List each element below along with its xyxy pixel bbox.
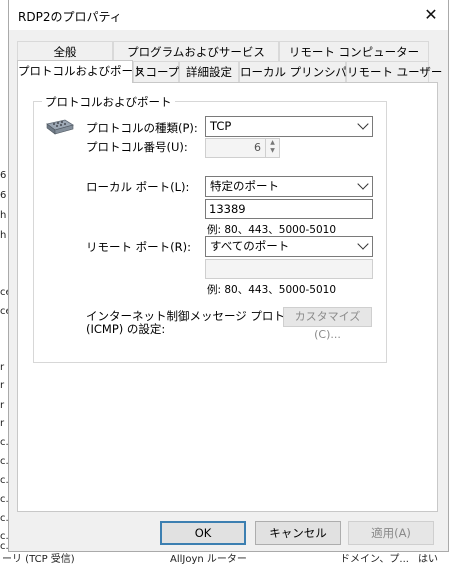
protocol-number-value: 6 xyxy=(254,141,261,154)
tab-remote-users[interactable]: リモート ユーザー xyxy=(346,61,442,82)
icmp-settings-label-line2: (ICMP) の設定: xyxy=(86,322,166,336)
protocol-type-value: TCP xyxy=(210,119,232,133)
protocol-type-label: プロトコルの種類(P): xyxy=(86,121,198,135)
local-port-example: 例: 80、443、5000-5010 xyxy=(207,224,337,236)
chevron-down-icon xyxy=(357,178,369,190)
local-port-select[interactable]: 特定のポート xyxy=(205,176,373,197)
protocol-type-select[interactable]: TCP xyxy=(205,116,373,137)
remote-port-example: 例: 80、443、5000-5010 xyxy=(207,284,337,296)
remote-port-label: リモート ポート(R): xyxy=(86,240,191,254)
local-port-select-value: 特定のポート xyxy=(210,179,279,193)
bg-text-fragment: r xyxy=(0,418,5,429)
bg-rule-profile: ドメイン、プ... xyxy=(340,554,409,565)
protocol-number-stepper[interactable]: 6 ▲ ▼ xyxy=(205,138,280,158)
tab-protocols-ports[interactable]: プロトコルおよびポート xyxy=(17,60,145,83)
background-list-row: ーリ (TCP 受信) AllJoyn ルーター ドメイン、プ... はい xyxy=(0,551,449,565)
bg-text-fragment: r xyxy=(0,380,5,391)
stepper-arrows-icon[interactable]: ▲ ▼ xyxy=(265,139,279,157)
local-port-input[interactable]: 13389 xyxy=(205,199,373,219)
chevron-down-icon xyxy=(357,118,369,130)
cancel-button[interactable]: キャンセル xyxy=(255,521,341,545)
bg-text-fragment: 6 xyxy=(0,190,7,201)
remote-port-select[interactable]: すべてのポート xyxy=(205,236,373,257)
bg-rule-group: AllJoyn ルーター xyxy=(170,554,247,565)
bg-text-fragment: r xyxy=(0,362,5,373)
group-legend: プロトコルおよびポート xyxy=(42,94,175,110)
protocols-ports-group: プロトコルおよびポート プロトコルの種類(P): TCP プロトコル番号(U):… xyxy=(33,94,387,363)
bg-rule-enabled: はい xyxy=(418,554,438,565)
apply-button[interactable]: 適用(A) xyxy=(348,521,434,545)
properties-dialog: RDP2のプロパティ ✕ 全般 プログラムおよびサービス リモート コンピュータ… xyxy=(8,0,449,552)
tab-advanced[interactable]: 詳細設定 xyxy=(179,61,239,82)
local-port-label: ローカル ポート(L): xyxy=(86,180,190,194)
ok-button[interactable]: OK xyxy=(160,521,246,545)
close-button[interactable]: ✕ xyxy=(416,2,446,28)
bg-text-fragment: 6 xyxy=(0,170,7,181)
remote-port-input[interactable] xyxy=(205,259,373,279)
chevron-down-icon xyxy=(357,238,369,250)
title-bar[interactable]: RDP2のプロパティ ✕ xyxy=(9,0,448,30)
bg-text-fragment: r xyxy=(0,400,5,411)
protocol-number-label: プロトコル番号(U): xyxy=(86,140,188,154)
tab-panel-protocols-ports: プロトコルおよびポート プロトコルの種類(P): TCP プロトコル番号(U):… xyxy=(17,82,438,512)
remote-port-select-value: すべてのポート xyxy=(210,239,290,253)
bg-text-fragment: h xyxy=(0,230,7,241)
tab-local-principals[interactable]: ローカル プリンシパル xyxy=(239,61,358,82)
bg-text-fragment: h xyxy=(0,210,7,221)
tab-general[interactable]: 全般 xyxy=(17,41,113,62)
tab-remote-computers[interactable]: リモート コンピューター xyxy=(279,41,429,62)
network-port-icon xyxy=(46,119,74,135)
customize-button[interactable]: カスタマイズ(C)... xyxy=(283,307,372,341)
tab-programs-services[interactable]: プログラムおよびサービス xyxy=(113,41,279,62)
bg-rule-name: ーリ (TCP 受信) xyxy=(2,554,75,565)
window-title: RDP2のプロパティ xyxy=(18,10,122,24)
